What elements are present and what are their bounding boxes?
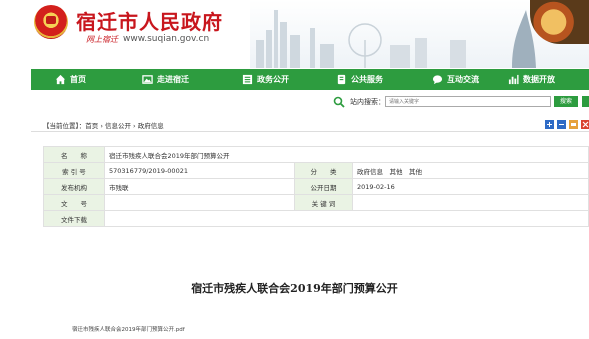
- article-title: 宿迁市残疾人联合会2019年部门预算公开: [191, 282, 398, 295]
- advanced-search-button[interactable]: [582, 96, 589, 107]
- table-row: 发布机构 市残联 公开日期 2019-02-16: [43, 178, 589, 195]
- search-label: 站内搜索：: [350, 98, 385, 106]
- data-icon: [508, 74, 519, 85]
- name-value: 宿迁市残疾人联合会2019年部门预算公开: [104, 146, 589, 163]
- docno-label: 文 号: [43, 194, 105, 211]
- nav-item-interact[interactable]: 互动交流: [410, 69, 506, 90]
- nav-label: 公共服务: [351, 75, 383, 84]
- service-icon: [336, 74, 347, 85]
- docno-value: [104, 194, 295, 211]
- site-url: www.suqian.gov.cn: [123, 34, 210, 44]
- home-icon: [55, 74, 66, 85]
- zoom-in-icon[interactable]: [545, 120, 554, 129]
- date-label: 公开日期: [294, 178, 353, 195]
- nav-item-service[interactable]: 公共服务: [314, 69, 410, 90]
- document-icon: [242, 74, 253, 85]
- document-info-table: 名 称 宿迁市残疾人联合会2019年部门预算公开 索 引 号 570316779…: [43, 146, 589, 227]
- download-value[interactable]: [104, 210, 589, 227]
- site-subtitle: 网上宿迁: [86, 35, 118, 44]
- category-value: 政府信息 其他 其他: [352, 162, 589, 179]
- download-label: 文件下载: [43, 210, 105, 227]
- search-button[interactable]: 搜索: [554, 96, 578, 107]
- nav-label: 政务公开: [257, 75, 289, 84]
- search-input[interactable]: [385, 96, 551, 107]
- nav-item-about[interactable]: 走进宿迁: [118, 69, 218, 90]
- close-icon[interactable]: [581, 120, 589, 129]
- index-value: 570316779/2019-00021: [104, 162, 295, 179]
- table-row: 文件下载: [43, 210, 589, 227]
- name-label: 名 称: [43, 146, 105, 163]
- search-icon: [333, 96, 345, 108]
- zoom-out-icon[interactable]: [557, 120, 566, 129]
- nav-label: 数据开放: [523, 75, 555, 84]
- nav-label: 首页: [70, 75, 86, 84]
- index-label: 索 引 号: [43, 162, 105, 179]
- breadcrumb-text[interactable]: 【当前位置】：首页 › 信息公开 › 政府信息: [43, 120, 164, 130]
- nav-label: 走进宿迁: [157, 75, 189, 84]
- breadcrumb: 【当前位置】：首页 › 信息公开 › 政府信息: [31, 116, 589, 132]
- date-value: 2019-02-16: [352, 178, 589, 195]
- search-bar: 站内搜索： 搜索: [0, 95, 589, 109]
- keywords-value: [352, 194, 589, 211]
- nav-item-home[interactable]: 首页: [31, 69, 118, 90]
- issuer-label: 发布机构: [43, 178, 105, 195]
- issuer-value: 市残联: [104, 178, 295, 195]
- table-row: 索 引 号 570316779/2019-00021 分 类 政府信息 其他 其…: [43, 162, 589, 179]
- table-row: 名 称 宿迁市残疾人联合会2019年部门预算公开: [43, 146, 589, 163]
- site-title[interactable]: 宿迁市人民政府: [76, 6, 223, 35]
- category-label: 分 类: [294, 162, 353, 179]
- keywords-label: 关 键 词: [294, 194, 353, 211]
- main-nav: 首页 走进宿迁 政务公开 公共服务 互动交流 数据开放: [31, 69, 589, 90]
- table-row: 文 号 关 键 词: [43, 194, 589, 211]
- chat-icon: [432, 74, 443, 85]
- site-header: 宿迁市人民政府 网上宿迁 www.suqian.gov.cn: [0, 0, 589, 68]
- page-tools: [545, 120, 589, 129]
- nav-label: 互动交流: [447, 75, 479, 84]
- picture-icon: [142, 74, 153, 85]
- national-emblem-icon: [34, 5, 68, 39]
- print-icon[interactable]: [569, 120, 578, 129]
- nav-item-open-data[interactable]: 数据开放: [506, 69, 589, 90]
- nav-item-gov-info[interactable]: 政务公开: [218, 69, 314, 90]
- attachment-link[interactable]: 宿迁市残疾人联合会2019年部门预算公开.pdf: [72, 325, 185, 333]
